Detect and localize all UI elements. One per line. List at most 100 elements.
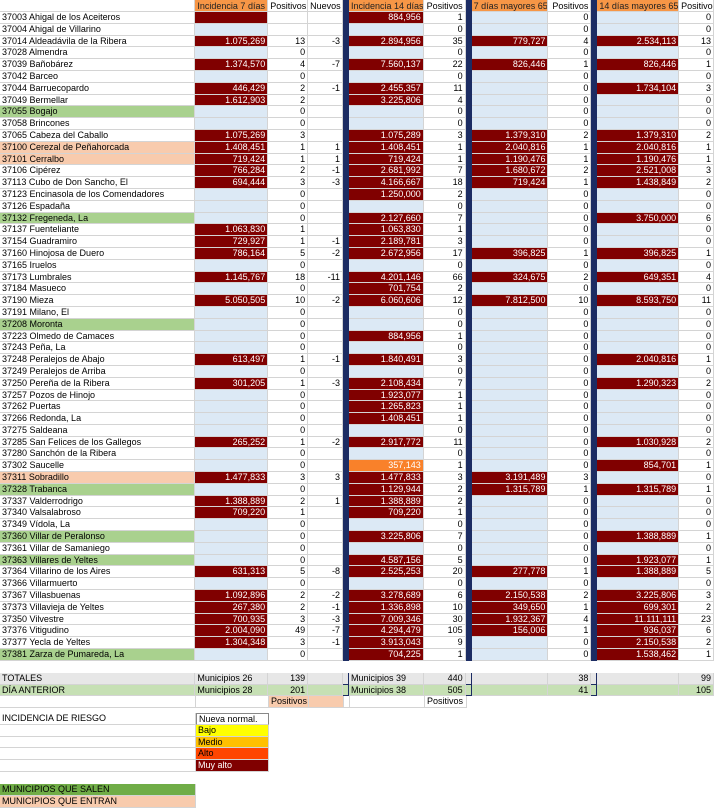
incidencia-7[interactable]: 5.050,505	[195, 295, 269, 307]
positivos-14[interactable]: 1	[423, 330, 466, 343]
positivos-65[interactable]: 1	[548, 566, 592, 579]
totals-positivos-65[interactable]: 38	[548, 672, 592, 685]
incidencia-7-65[interactable]	[471, 554, 549, 567]
positivos-7[interactable]: 0	[268, 519, 309, 532]
incidencia-7-65[interactable]	[471, 649, 549, 661]
positivos-14[interactable]: 0	[423, 259, 466, 272]
incidencia-7[interactable]	[195, 12, 269, 24]
incidencia-7-65[interactable]: 719,424	[471, 177, 549, 189]
municipio-name[interactable]: 37381 Zarza de Pumareda, La	[0, 649, 196, 661]
incidencia-14-65[interactable]	[597, 106, 680, 119]
municipio-name[interactable]: 37257 Pozos de Hinojo	[0, 389, 196, 402]
municipio-name[interactable]: 37349 Vídola, La	[0, 519, 196, 532]
municipio-name[interactable]: 37208 Moronta	[0, 318, 196, 331]
positivos-14[interactable]: 7	[423, 377, 466, 390]
incidencia-7-65[interactable]: 1.379,310	[471, 129, 549, 142]
positivos-65[interactable]: 0	[548, 212, 592, 225]
positivos-14-65[interactable]: 0	[679, 236, 714, 248]
incidencia-7[interactable]	[195, 578, 269, 591]
incidencia-14[interactable]	[349, 318, 424, 331]
incidencia-7[interactable]	[195, 413, 269, 425]
incidencia-14-65[interactable]	[597, 47, 680, 60]
positivos-7[interactable]: 10	[268, 295, 309, 307]
positivos-14[interactable]: 4	[423, 94, 466, 107]
incidencia-7[interactable]: 265,252	[195, 436, 269, 449]
positivos-65[interactable]: 0	[548, 507, 592, 520]
incidencia-7[interactable]	[195, 448, 269, 461]
incidencia-7-65[interactable]	[471, 507, 549, 520]
positivos-14[interactable]: 3	[423, 129, 466, 142]
positivos-65[interactable]: 0	[548, 200, 592, 213]
positivos-7[interactable]: 1	[268, 436, 309, 449]
positivos-7[interactable]: 1	[268, 141, 309, 154]
positivos-14[interactable]: 0	[423, 424, 466, 437]
municipio-name[interactable]: 37055 Bogajo	[0, 106, 196, 119]
incidencia-7[interactable]	[195, 188, 269, 201]
positivos-14-65[interactable]: 1	[679, 153, 714, 166]
positivos-7[interactable]: 0	[268, 283, 309, 296]
positivos-14[interactable]: 22	[423, 59, 466, 71]
anterior-positivos-65[interactable]: 41	[548, 684, 592, 697]
incidencia-14-65[interactable]: 936,037	[597, 625, 680, 638]
nuevos[interactable]: -2	[308, 295, 343, 307]
incidencia-7[interactable]: 694,444	[195, 177, 269, 189]
municipio-name[interactable]: 37173 Lumbrales	[0, 271, 196, 284]
nuevos[interactable]	[308, 649, 343, 661]
totals-i65[interactable]	[471, 672, 549, 685]
incidencia-14-65[interactable]	[597, 330, 680, 343]
incidencia-14-65[interactable]	[597, 23, 680, 36]
positivos-14-65[interactable]: 13	[679, 35, 714, 48]
municipio-name[interactable]: 37262 Puertas	[0, 401, 196, 414]
incidencia-14[interactable]	[349, 306, 424, 319]
positivos-14-65[interactable]: 0	[679, 330, 714, 343]
municipio-name[interactable]: 37302 Saucelle	[0, 460, 196, 473]
positivos-65[interactable]: 0	[548, 47, 592, 60]
positivos-14[interactable]: 11	[423, 436, 466, 449]
incidencia-14-65[interactable]	[597, 472, 680, 484]
positivos-7[interactable]: 0	[268, 106, 309, 119]
incidencia-7-65[interactable]: 396,825	[471, 247, 549, 260]
incidencia-14-65[interactable]: 1.388,889	[597, 566, 680, 579]
positivos-7[interactable]: 0	[268, 554, 309, 567]
positivos-14[interactable]: 0	[423, 519, 466, 532]
incidencia-14-65[interactable]: 3.750,000	[597, 212, 680, 225]
positivos-7[interactable]: 0	[268, 389, 309, 402]
positivos-14-65[interactable]: 0	[679, 507, 714, 520]
anterior-i1465[interactable]	[597, 684, 680, 697]
header-positivos-65[interactable]: Positivos	[548, 0, 592, 12]
positivos-7[interactable]	[268, 12, 309, 24]
incidencia-14-65[interactable]: 1.315,789	[597, 483, 680, 496]
incidencia-14-65[interactable]	[597, 70, 680, 83]
incidencia-7[interactable]: 1.304,348	[195, 637, 269, 650]
positivos-14[interactable]: 11	[423, 82, 466, 95]
positivos-14-65[interactable]: 0	[679, 23, 714, 36]
positivos-14[interactable]: 6	[423, 590, 466, 602]
positivos-65[interactable]: 0	[548, 12, 592, 24]
nuevos[interactable]	[308, 70, 343, 83]
positivos-7[interactable]: 3	[268, 129, 309, 142]
incidencia-14[interactable]: 884,956	[349, 330, 424, 343]
positivos-14-65[interactable]: 2	[679, 129, 714, 142]
incidencia-7-65[interactable]: 1.932,367	[471, 613, 549, 626]
positivos-65[interactable]: 1	[548, 247, 592, 260]
positivos-14[interactable]: 0	[423, 70, 466, 83]
municipio-name[interactable]: 37223 Olmedo de Camaces	[0, 330, 196, 343]
incidencia-14[interactable]: 1.408,451	[349, 413, 424, 425]
positivos-65[interactable]: 0	[548, 330, 592, 343]
positivos-7[interactable]: 0	[268, 578, 309, 591]
incidencia-14[interactable]: 2.108,434	[349, 377, 424, 390]
municipio-name[interactable]: 37377 Yecla de Yeltes	[0, 637, 196, 650]
positivos-14[interactable]: 105	[423, 625, 466, 638]
nuevos[interactable]: -2	[308, 590, 343, 602]
positivos-65[interactable]: 0	[548, 306, 592, 319]
incidencia-14[interactable]: 4.587,156	[349, 554, 424, 567]
positivos-7[interactable]: 0	[268, 330, 309, 343]
nuevos[interactable]: -7	[308, 625, 343, 638]
positivos-7[interactable]	[268, 23, 309, 36]
incidencia-14[interactable]: 2.681,992	[349, 165, 424, 178]
incidencia-7-65[interactable]	[471, 82, 549, 95]
positivos-14[interactable]: 1	[423, 413, 466, 425]
nuevos[interactable]: -1	[308, 354, 343, 366]
incidencia-7[interactable]: 1.612,903	[195, 94, 269, 107]
positivos-14-65[interactable]: 2	[679, 601, 714, 614]
